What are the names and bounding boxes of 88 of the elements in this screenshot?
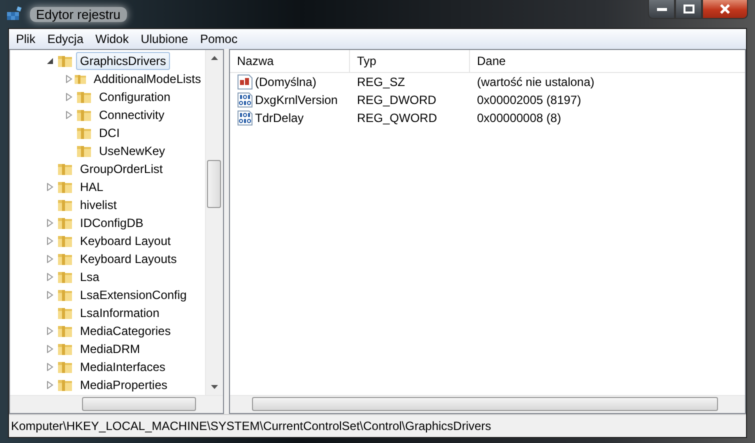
- binary-value-icon: [237, 110, 253, 126]
- value-name: (Domyślna): [255, 75, 316, 89]
- folder-icon: [57, 197, 73, 213]
- scroll-thumb[interactable]: [82, 397, 196, 411]
- tree-item[interactable]: MediaDRM: [76, 340, 144, 358]
- folder-icon: [76, 125, 92, 141]
- folder-icon: [76, 107, 92, 123]
- scroll-thumb[interactable]: [207, 160, 221, 208]
- expand-icon[interactable]: [46, 273, 54, 281]
- tree-item[interactable]: Configuration: [95, 88, 174, 106]
- minimize-icon: [656, 6, 668, 12]
- registry-icon: [6, 6, 24, 22]
- tree-item[interactable]: DCI: [95, 124, 124, 142]
- value-name: TdrDelay: [255, 111, 304, 125]
- scroll-up-icon[interactable]: [211, 56, 218, 60]
- expand-icon[interactable]: [46, 363, 54, 371]
- column-header[interactable]: Dane: [470, 50, 590, 72]
- expand-icon[interactable]: [46, 381, 54, 389]
- tree-item[interactable]: hivelist: [76, 196, 121, 214]
- expand-icon[interactable]: [46, 183, 54, 191]
- tree-item[interactable]: AdditionalModeLists: [90, 70, 205, 88]
- folder-icon: [57, 377, 73, 393]
- binary-value-icon: [237, 92, 253, 108]
- tree-item[interactable]: Keyboard Layouts: [76, 250, 181, 268]
- collapse-icon[interactable]: [46, 57, 54, 65]
- folder-icon: [57, 359, 73, 375]
- expand-icon[interactable]: [46, 219, 54, 227]
- horizontal-scrollbar[interactable]: [10, 395, 223, 413]
- table-cell-text: REG_DWORD: [356, 93, 438, 107]
- expand-icon[interactable]: [65, 93, 73, 101]
- tree-item[interactable]: LsaExtensionConfig: [76, 286, 191, 304]
- folder-icon: [57, 323, 73, 339]
- table-cell-text: (wartość nie ustalona): [476, 75, 594, 89]
- maximize-icon: [682, 4, 694, 14]
- close-icon: [718, 4, 732, 14]
- scroll-thumb[interactable]: [252, 397, 718, 411]
- folder-icon: [57, 53, 73, 69]
- folder-icon: [57, 161, 73, 177]
- menu-item[interactable]: Ulubione: [134, 32, 194, 46]
- expand-icon[interactable]: [46, 291, 54, 299]
- folder-icon: [57, 179, 73, 195]
- column-header[interactable]: Typ: [350, 50, 470, 72]
- column-header[interactable]: Nazwa: [230, 50, 350, 72]
- table-cell-text: 0x00002005 (8197): [476, 93, 582, 107]
- table-cell-text: REG_SZ: [356, 75, 406, 89]
- status-path: Komputer\HKEY_LOCAL_MACHINE\SYSTEM\CurrentControlSet\Control\GraphicsDrivers: [11, 419, 492, 433]
- menu-item[interactable]: Edycja: [41, 32, 90, 46]
- folder-icon: [76, 89, 92, 105]
- tree-item[interactable]: LsaInformation: [76, 304, 164, 322]
- close-button[interactable]: [702, 0, 748, 19]
- tree-item[interactable]: Connectivity: [95, 106, 168, 124]
- folder-icon: [57, 215, 73, 231]
- folder-icon: [57, 269, 73, 285]
- tree-item[interactable]: MediaInterfaces: [76, 358, 170, 376]
- folder-icon: [57, 287, 73, 303]
- tree-item[interactable]: Lsa: [76, 268, 104, 286]
- folder-icon: [57, 233, 73, 249]
- folder-icon: [57, 305, 73, 321]
- window-title: Edytor rejestru: [30, 6, 127, 22]
- folder-icon: [57, 341, 73, 357]
- tree-item[interactable]: IDConfigDB: [76, 214, 148, 232]
- folder-icon: [76, 143, 92, 159]
- tree-item[interactable]: UseNewKey: [95, 142, 170, 160]
- string-value-icon: [237, 74, 253, 90]
- expand-icon[interactable]: [46, 345, 54, 353]
- table-cell-text: REG_QWORD: [356, 111, 438, 125]
- minimize-button[interactable]: [648, 0, 675, 19]
- tree-item[interactable]: MediaCategories: [76, 322, 175, 340]
- expand-icon[interactable]: [46, 237, 54, 245]
- tree-item[interactable]: GraphicsDrivers: [76, 52, 170, 70]
- table-cell-text: 0x00000008 (8): [476, 111, 562, 125]
- menu-item[interactable]: Plik: [9, 32, 42, 46]
- vertical-scrollbar[interactable]: [205, 50, 223, 395]
- tree-item[interactable]: HAL: [76, 178, 108, 196]
- tree-item[interactable]: Keyboard Layout: [76, 232, 175, 250]
- menu-item[interactable]: Pomoc: [194, 32, 244, 46]
- horizontal-scrollbar[interactable]: [230, 395, 745, 413]
- tree-item[interactable]: MediaProperties: [76, 376, 172, 394]
- expand-icon[interactable]: [65, 111, 73, 119]
- folder-icon: [57, 251, 73, 267]
- tree-item[interactable]: GroupOrderList: [76, 160, 167, 178]
- maximize-button[interactable]: [675, 0, 702, 19]
- expand-icon[interactable]: [65, 75, 73, 83]
- menu-item[interactable]: Widok: [89, 32, 135, 46]
- value-name: DxgKrnlVersion: [255, 93, 338, 107]
- expand-icon[interactable]: [46, 255, 54, 263]
- expand-icon[interactable]: [46, 327, 54, 335]
- scroll-down-icon[interactable]: [211, 385, 218, 389]
